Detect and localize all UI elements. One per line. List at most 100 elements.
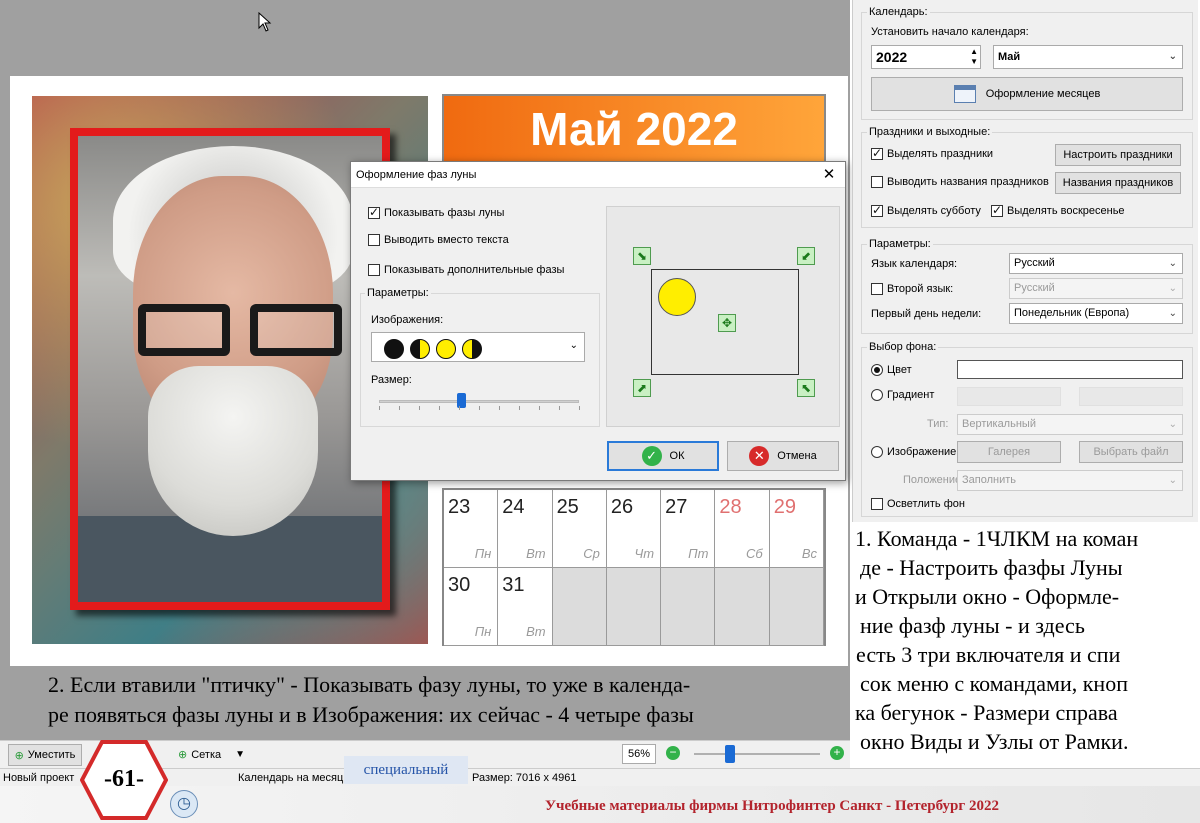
zoom-value[interactable]: 56% (622, 744, 656, 764)
close-icon[interactable]: ✕ (819, 165, 839, 185)
size-label: Размер: (371, 374, 412, 386)
zoom-slider-thumb[interactable] (725, 745, 735, 763)
day-number: 30 (448, 574, 471, 596)
day-number: 25 (556, 496, 579, 518)
day-of-week: Пн (474, 546, 492, 561)
calendar-day-cell[interactable]: 27 Пт (661, 490, 716, 568)
month-select[interactable]: Май ⌄ (993, 45, 1183, 69)
second-language-select[interactable]: Русский ⌄ (1009, 278, 1183, 299)
page-number-badge: -61- (79, 740, 169, 820)
position-select[interactable]: Заполнить ⌄ (957, 470, 1183, 491)
calendar-day-cell[interactable] (769, 568, 824, 646)
chevron-down-icon: ⌄ (1168, 51, 1177, 62)
calendar-day-cell[interactable]: 23 Пн (444, 490, 499, 568)
node-bottom-right-icon[interactable]: ⬉ (797, 379, 815, 397)
node-top-left-icon[interactable]: ⬊ (633, 247, 651, 265)
preview-moon-icon[interactable] (658, 278, 696, 316)
zoom-out-icon[interactable]: − (666, 746, 680, 760)
first-day-select[interactable]: Понедельник (Европа) ⌄ (1009, 303, 1183, 324)
day-of-week: Пт (688, 546, 709, 561)
annotation-right: 1. Команда - 1ЧЛКМ на коман де - Настрои… (852, 522, 1198, 767)
checkbox-icon (871, 498, 883, 510)
calendar-grid[interactable]: 23 Пн 24 Вт 25 Ср 26 Чт 27 Пт 28 Сб 29 Вс 30 Пн 31 Вт (442, 488, 826, 646)
calendar-day-cell[interactable]: 29 Вс (769, 490, 824, 568)
ok-button[interactable]: ✓ ОК (607, 441, 719, 471)
calendar-language-select[interactable]: Русский ⌄ (1009, 253, 1183, 274)
checkbox-checked-icon (871, 146, 883, 160)
chevron-down-icon: ⌄ (1168, 419, 1177, 430)
calendar-day-cell[interactable]: 25 Ср (552, 490, 607, 568)
highlight-saturday-checkbox[interactable]: Выделять субботу (871, 203, 981, 217)
calendar-day-cell[interactable]: 28 Сб (715, 490, 770, 568)
day-of-week: Чт (634, 546, 655, 561)
fit-button[interactable]: ⊕ Уместить (8, 744, 82, 766)
year-spinner[interactable]: 2022 ▲ ▼ (871, 45, 981, 69)
checkbox-icon (871, 283, 883, 295)
dialog-titlebar[interactable]: Оформление фаз луны ✕ (351, 162, 845, 188)
calendar-day-cell[interactable] (552, 568, 607, 646)
images-label: Изображения: (371, 314, 444, 326)
show-holiday-names-checkbox[interactable]: Выводить названия праздников (871, 176, 1049, 188)
node-center-icon[interactable]: ✥ (718, 314, 736, 332)
annotation-line: сок меню с командами, кноп (860, 671, 1128, 696)
instead-of-text-checkbox[interactable]: Выводить вместо текста (368, 234, 509, 246)
highlight-holidays-checkbox[interactable]: Выделять праздники (871, 146, 993, 160)
gradient-color-2[interactable] (1079, 387, 1183, 406)
photo-frame[interactable] (70, 128, 390, 610)
zoom-in-icon[interactable]: + (830, 746, 844, 760)
gradient-radio[interactable]: Градиент (871, 389, 934, 401)
dropdown-arrow-icon[interactable]: ▼ (235, 749, 245, 760)
annotation-line: ние фазф луны - и здесь (860, 613, 1085, 638)
calendar-day-cell[interactable] (606, 568, 662, 646)
type-label: Тип: (927, 418, 949, 430)
calendar-day-cell[interactable] (661, 568, 716, 646)
annotation-line: де - Настроить фазфы Луны (860, 555, 1123, 580)
calendar-day-cell[interactable] (715, 568, 770, 646)
color-radio[interactable]: Цвет (871, 364, 912, 376)
day-of-week: Вт (526, 546, 546, 561)
calendar-group-label: Календарь: (867, 6, 930, 18)
mouse-cursor-icon (258, 11, 272, 35)
day-of-week: Вс (801, 546, 817, 561)
clock-icon: ◷ (170, 790, 198, 818)
highlight-sunday-checkbox[interactable]: Выделять воскресенье (991, 203, 1125, 217)
zoom-slider-track[interactable] (694, 753, 820, 755)
color-swatch[interactable] (957, 360, 1183, 379)
image-radio[interactable]: Изображение (871, 446, 956, 458)
chevron-down-icon: ⌄ (1168, 283, 1177, 294)
node-top-right-icon[interactable]: ⬋ (797, 247, 815, 265)
calendar-header[interactable]: Май 2022 (442, 94, 826, 164)
grid-toggle[interactable]: ⊕ Сетка ▼ (178, 748, 245, 762)
calendar-day-cell[interactable]: 31 Вт (498, 568, 553, 646)
gallery-button[interactable]: Галерея (957, 441, 1061, 463)
set-start-label: Установить начало календаря: (871, 26, 1029, 38)
choose-file-button[interactable]: Выбрать файл (1079, 441, 1183, 463)
lighten-background-checkbox[interactable]: Осветлить фон (871, 498, 965, 510)
gradient-color-1[interactable] (957, 387, 1061, 406)
holidays-group-label: Праздники и выходные: (867, 126, 993, 138)
extra-phases-checkbox[interactable]: Показывать дополнительные фазы (368, 264, 564, 276)
gradient-type-select[interactable]: Вертикальный ⌄ (957, 414, 1183, 435)
months-design-button[interactable]: Оформление месяцев (871, 77, 1183, 111)
annotation-line: и Открыли окно - Оформле- (855, 584, 1120, 609)
second-language-checkbox[interactable]: Второй язык: (871, 283, 953, 295)
full-moon-icon (436, 339, 456, 359)
spinner-arrows-icon[interactable]: ▲ ▼ (970, 47, 978, 67)
preview-frame[interactable]: ✥ (651, 269, 799, 375)
show-moon-phases-checkbox[interactable]: Показывать фазы луны (368, 205, 504, 219)
size-slider-track[interactable] (379, 400, 579, 403)
calendar-day-cell[interactable]: 26 Чт (606, 490, 662, 568)
cancel-button[interactable]: ✕ Отмена (727, 441, 839, 471)
calendar-day-cell[interactable]: 30 Пн (444, 568, 499, 646)
calendar-day-cell[interactable]: 24 Вт (498, 490, 553, 568)
setup-holidays-button[interactable]: Настроить праздники (1055, 144, 1181, 166)
special-label: специальный (344, 756, 468, 784)
calendar-language-label: Язык календаря: (871, 258, 958, 270)
moon-images-select[interactable]: ⌄ (371, 332, 585, 362)
day-number: 31 (502, 574, 525, 596)
node-bottom-left-icon[interactable]: ⬈ (633, 379, 651, 397)
holiday-names-button[interactable]: Названия праздников (1055, 172, 1181, 194)
checkbox-icon (871, 176, 883, 188)
photo-glasses (138, 304, 348, 358)
grid-icon: ⊕ (178, 749, 188, 761)
